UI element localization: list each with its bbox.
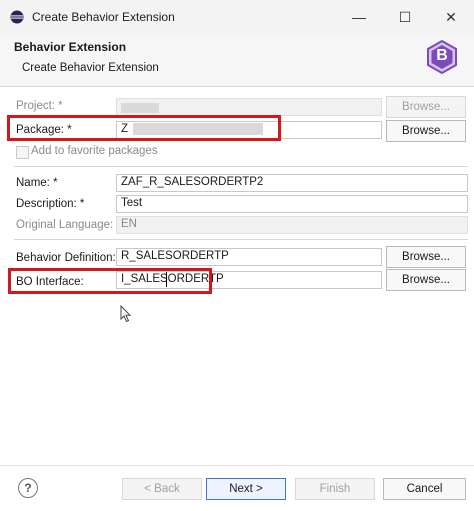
footer-separator bbox=[0, 465, 474, 466]
wizard-description: Create Behavior Extension bbox=[22, 62, 159, 74]
behavior-definition-field[interactable]: R_SALESORDERTP bbox=[116, 248, 382, 266]
project-browse-button[interactable]: Browse... bbox=[386, 96, 466, 118]
separator bbox=[14, 166, 468, 167]
package-browse-button[interactable]: Browse... bbox=[386, 120, 466, 142]
eclipse-icon bbox=[10, 10, 24, 24]
name-label: Name: * bbox=[16, 177, 58, 189]
badge-letter: B bbox=[436, 47, 448, 64]
wizard-title: Behavior Extension bbox=[14, 40, 127, 54]
description-field[interactable]: Test bbox=[116, 195, 468, 213]
close-button[interactable]: ✕ bbox=[428, 0, 474, 34]
original-language-label: Original Language: bbox=[16, 219, 114, 231]
bo-interface-highlight bbox=[8, 268, 212, 294]
package-highlight bbox=[7, 115, 281, 141]
finish-button[interactable]: Finish bbox=[295, 478, 375, 500]
project-field bbox=[116, 98, 382, 116]
minimize-button[interactable]: — bbox=[336, 0, 382, 34]
maximize-button[interactable]: ☐ bbox=[382, 0, 428, 34]
next-button[interactable]: Next > bbox=[206, 478, 286, 500]
help-icon[interactable]: ? bbox=[18, 478, 38, 498]
window-title: Create Behavior Extension bbox=[32, 10, 175, 24]
bo-interface-browse-button[interactable]: Browse... bbox=[386, 269, 466, 291]
separator bbox=[14, 239, 468, 240]
cancel-button[interactable]: Cancel bbox=[383, 478, 466, 500]
original-language-field: EN bbox=[116, 216, 468, 234]
behavior-badge-icon: B bbox=[425, 39, 459, 75]
behavior-definition-browse-button[interactable]: Browse... bbox=[386, 246, 466, 268]
project-value-redacted bbox=[121, 103, 159, 113]
project-label: Project: * bbox=[16, 100, 63, 112]
description-label: Description: * bbox=[16, 198, 85, 210]
back-button[interactable]: < Back bbox=[122, 478, 202, 500]
favorite-checkbox[interactable] bbox=[16, 146, 29, 159]
mouse-pointer-icon bbox=[120, 305, 132, 323]
name-field[interactable]: ZAF_R_SALESORDERTP2 bbox=[116, 174, 468, 192]
behavior-definition-label: Behavior Definition: * bbox=[16, 252, 124, 264]
favorite-label: Add to favorite packages bbox=[31, 145, 158, 157]
